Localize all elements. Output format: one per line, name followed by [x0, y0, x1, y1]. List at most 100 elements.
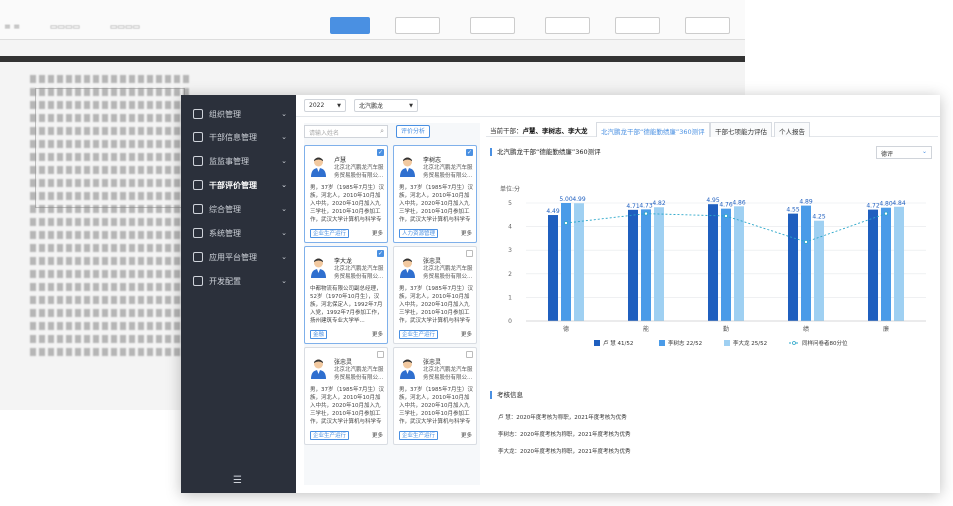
evaluation-analysis-button[interactable]: 评价分析: [396, 125, 430, 138]
dimension-select[interactable]: 德评 ⌄: [876, 146, 932, 159]
collapse-menu-icon[interactable]: ☰: [233, 475, 242, 486]
sidebar-item-general[interactable]: 综合管理 ⌄: [181, 199, 296, 219]
cadre-bio: 男，37岁（1985年7月生）汉族，河北人，2010年10月加入中共，2020年…: [399, 286, 473, 324]
evaluation-panel: 当前干部：卢慧、李树志、李大龙 北汽鹏龙干部“德能勤绩廉”360测评 干部七项能…: [486, 121, 938, 489]
cadre-list-panel: 请输入姓名 ⌕ 评价分析 ✓ 卢慧 北京北汽鹏龙汽车服务贸易股份有限公... 男，37…: [304, 123, 480, 485]
cadre-card[interactable]: 张忠灵 北京北汽鹏龙汽车服务贸易股份有限公... 男，37岁（1985年7月生）汉族…: [393, 347, 477, 445]
card-checkbox[interactable]: [377, 351, 384, 358]
dimension-select-value: 德评: [881, 151, 894, 158]
chevron-down-icon: ⌄: [281, 157, 287, 165]
background-document-body: [30, 70, 190, 390]
background-button: [615, 17, 660, 34]
sidebar-item-label: 组织管理: [209, 109, 241, 119]
cadre-name: 李树志: [423, 157, 442, 164]
chart-bar: [628, 209, 638, 321]
chart-bar: [788, 213, 798, 321]
card-checkbox[interactable]: ✓: [377, 149, 384, 156]
search-placeholder: 请输入姓名: [309, 130, 340, 137]
chart-bar: [721, 208, 731, 321]
search-icon[interactable]: ⌕: [380, 127, 384, 136]
sidebar-item-label: 干部评价管理: [209, 180, 257, 190]
tab-360-evaluation[interactable]: 北汽鹏龙干部“德能勤绩廉”360测评: [596, 122, 710, 137]
y-axis-label: 单位:分: [500, 185, 520, 193]
platform-icon: [193, 252, 203, 262]
y-tick-label: 1: [508, 294, 512, 301]
card-checkbox[interactable]: [466, 351, 473, 358]
background-button: [685, 17, 730, 34]
data-label: 4.89: [799, 199, 813, 206]
main-content: 2022 ▼ 北汽鹏龙 ▼ 请输入姓名 ⌕ 评价分析 ✓ 卢慧 北京北汽鹏龙汽车服务…: [296, 95, 940, 493]
year-select[interactable]: 2022 ▼: [304, 99, 346, 112]
org-select[interactable]: 北汽鹏龙 ▼: [354, 99, 418, 112]
cadre-name: 卢慧: [334, 157, 347, 164]
avatar: [311, 157, 326, 177]
tab-personal-report[interactable]: 个人报告: [774, 122, 810, 137]
supervise-icon: [193, 156, 203, 166]
chart-bar: [548, 215, 558, 321]
benchmark-point: [803, 239, 808, 244]
current-cadre-names: 卢慧、李树志、李大龙: [522, 127, 588, 135]
chart-bar: [814, 220, 824, 321]
avatar: [400, 258, 415, 278]
y-tick-label: 5: [508, 200, 512, 207]
y-tick-label: 2: [508, 271, 512, 278]
sidebar-item-label: 系统管理: [209, 228, 241, 238]
cadre-card[interactable]: ✓ 李树志 北京北汽鹏龙汽车服务贸易股份有限公... 男，37岁（1985年7月生）汉…: [393, 145, 477, 243]
legend-swatch: [659, 340, 665, 346]
chevron-down-icon: ⌄: [281, 110, 287, 118]
more-link[interactable]: 更多: [461, 330, 472, 338]
sidebar-item-label: 综合管理: [209, 204, 241, 214]
sidebar-item-label: 监监事管理: [209, 156, 249, 166]
y-tick-label: 4: [508, 224, 512, 231]
sidebar-item-platform[interactable]: 应用平台管理 ⌄: [181, 247, 296, 267]
sidebar-item-supervision[interactable]: 监监事管理 ⌄: [181, 151, 296, 171]
legend-swatch: [594, 340, 600, 346]
chevron-down-icon: ⌄: [921, 148, 927, 155]
data-label: 4.82: [652, 200, 666, 207]
sidebar-item-dev-config[interactable]: 开发配置 ⌄: [181, 271, 296, 291]
cadre-card[interactable]: ✓ 李大龙 北京北汽鹏龙汽车服务贸易股份有限公... 中都物流有限公司副总经理，52岁…: [304, 246, 388, 344]
card-checkbox[interactable]: ✓: [377, 250, 384, 257]
search-input[interactable]: 请输入姓名 ⌕: [304, 125, 388, 138]
more-link[interactable]: 更多: [372, 229, 383, 237]
more-link[interactable]: 更多: [372, 330, 383, 338]
more-link[interactable]: 更多: [461, 229, 472, 237]
sidebar-item-label: 开发配置: [209, 276, 241, 286]
more-link[interactable]: 更多: [461, 431, 472, 439]
cadre-card[interactable]: 张忠灵 北京北汽鹏龙汽车服务贸易股份有限公... 男，37岁（1985年7月生）汉族…: [393, 246, 477, 344]
people-icon: [193, 132, 203, 142]
divider: [296, 116, 940, 117]
data-label: 5.00: [559, 196, 573, 203]
x-tick-label: 德: [563, 325, 569, 333]
cadre-bio: 男，37岁（1985年7月生）汉族，河北人，2010年10月加入中共，2020年…: [310, 185, 384, 223]
tab-bar: 当前干部：卢慧、李树志、李大龙 北汽鹏龙干部“德能勤绩廉”360测评 干部七项能…: [486, 121, 938, 137]
dev-config-icon: [193, 276, 203, 286]
evaluate-icon: [193, 180, 203, 190]
year-select-value: 2022: [309, 102, 325, 109]
sidebar-item-cadre-evaluation[interactable]: 干部评价管理 ⌄: [181, 175, 296, 195]
card-checkbox[interactable]: [466, 250, 473, 257]
chart-bar: [868, 209, 878, 321]
background-button: [395, 17, 440, 34]
data-label: 4.86: [732, 199, 746, 206]
assessment-info-line: 卢 慧：2020年度考核为称职，2021年度考核为优秀: [498, 415, 627, 421]
y-tick-label: 0: [508, 318, 512, 325]
sidebar-item-cadre-info[interactable]: 干部信息管理 ⌄: [181, 127, 296, 147]
cadre-card[interactable]: 张忠灵 北京北汽鹏龙汽车服务贸易股份有限公... 男，37岁（1985年7月生）汉族…: [304, 347, 388, 445]
cadre-tag: 金融: [310, 330, 328, 339]
sidebar-item-org[interactable]: 组织管理 ⌄: [181, 104, 296, 124]
card-checkbox[interactable]: ✓: [466, 149, 473, 156]
sidebar-item-system[interactable]: 系统管理 ⌄: [181, 223, 296, 243]
chevron-down-icon: ⌄: [281, 229, 287, 237]
more-link[interactable]: 更多: [372, 431, 383, 439]
x-tick-label: 能: [643, 325, 649, 333]
tab-seven-abilities[interactable]: 干部七项能力评估: [710, 122, 772, 137]
cadre-card[interactable]: ✓ 卢慧 北京北汽鹏龙汽车服务贸易股份有限公... 男，37岁（1985年7月生）汉族…: [304, 145, 388, 243]
avatar: [400, 359, 415, 379]
chevron-down-icon: ⌄: [281, 181, 287, 189]
filter-row: 2022 ▼ 北汽鹏龙 ▼: [304, 99, 418, 113]
background-button: [470, 17, 515, 34]
x-tick-label: 廉: [883, 325, 889, 333]
data-label: 4.99: [572, 196, 586, 203]
sidebar: 组织管理 ⌄ 干部信息管理 ⌄ 监监事管理 ⌄ 干部评价管理 ⌄ 综合管理 ⌄ …: [181, 95, 296, 493]
